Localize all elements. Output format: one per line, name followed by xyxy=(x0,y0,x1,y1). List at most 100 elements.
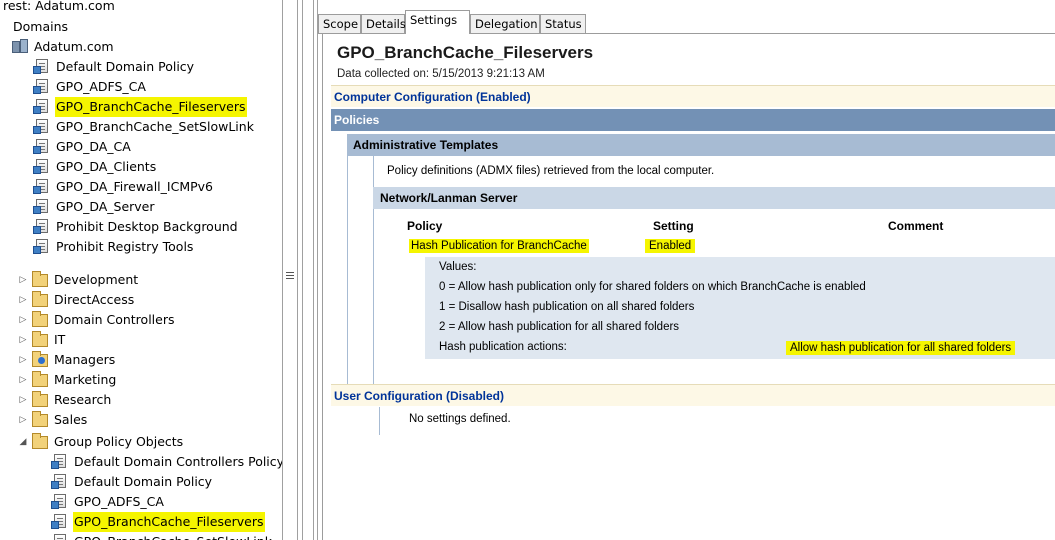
ou-icon-blue xyxy=(32,351,48,367)
tree-gpo-link[interactable]: GPO_DA_Clients xyxy=(33,157,157,177)
expand-arrow-icon[interactable]: ▷ xyxy=(18,390,28,410)
admin-templates-header[interactable]: Administrative Templates xyxy=(347,134,1055,156)
tree-gpo-link-label: Default Domain Policy xyxy=(56,59,195,74)
tree-gpo-link[interactable]: GPO_BranchCache_Fileservers xyxy=(33,97,247,117)
tree-ou-label: DirectAccess xyxy=(54,292,135,307)
tree-ou-node[interactable]: ▷ Marketing xyxy=(18,370,117,390)
tree-gpo-object[interactable]: GPO_ADFS_CA xyxy=(51,492,165,512)
splitter-grip-icon[interactable] xyxy=(286,272,294,280)
tree-domains-label: Domains xyxy=(13,19,69,34)
tree-gpo-link[interactable]: GPO_ADFS_CA xyxy=(33,77,147,97)
tree-gpo-link-label: GPO_DA_Server xyxy=(56,199,155,214)
tree-gpo-link-label: GPO_ADFS_CA xyxy=(56,79,146,94)
tree-gpo-link-label: Prohibit Registry Tools xyxy=(56,239,194,254)
tree-ou-node[interactable]: ▷ Research xyxy=(18,390,112,410)
tree-domain-node[interactable]: Adatum.com xyxy=(12,37,115,57)
ou-icon xyxy=(32,371,48,387)
ou-icon xyxy=(32,391,48,407)
tree-ou-node[interactable]: ▷ Managers xyxy=(18,350,116,370)
folder-icon xyxy=(32,433,48,449)
gpo-object-icon xyxy=(51,514,66,529)
tree-gpo-link[interactable]: GPO_DA_Server xyxy=(33,197,156,217)
tab-status[interactable]: Status xyxy=(540,14,586,33)
ou-icon xyxy=(32,331,48,347)
expand-arrow-icon[interactable]: ▷ xyxy=(18,350,28,370)
tree-gpo-object[interactable]: GPO_BranchCache_SetSlowLink xyxy=(52,532,273,540)
gpo-link-icon xyxy=(33,119,48,134)
gpo-link-icon xyxy=(33,179,48,194)
actions-label: Hash publication actions: xyxy=(439,341,567,353)
tree-gpo-object-label: Default Domain Controllers Policy xyxy=(74,454,282,469)
tree-ou-node[interactable]: ▷ IT xyxy=(18,330,66,350)
computer-config-header[interactable]: Computer Configuration (Enabled) xyxy=(331,85,1055,107)
tree-gpo-object[interactable]: Default Domain Controllers Policy xyxy=(51,452,282,472)
policies-header[interactable]: Policies xyxy=(331,109,1055,131)
tab-delegation[interactable]: Delegation xyxy=(470,14,540,33)
tree-gpo-link[interactable]: Prohibit Desktop Background xyxy=(33,217,239,237)
tree-gpo-link-label: GPO_DA_CA xyxy=(56,139,131,154)
values-label: Values: xyxy=(439,261,477,273)
tree-forest-label: rest: Adatum.com xyxy=(3,0,115,13)
tree-ou-node[interactable]: ▷ DirectAccess xyxy=(18,290,135,310)
tree-gpo-link[interactable]: GPO_DA_Firewall_ICMPv6 xyxy=(33,177,214,197)
admx-note: Policy definitions (ADMX files) retrieve… xyxy=(387,165,715,177)
ou-icon xyxy=(32,291,48,307)
network-lanman-header[interactable]: Network/Lanman Server xyxy=(373,187,1055,209)
console-tree[interactable]: rest: Adatum.com Domains Adatum.com Defa… xyxy=(0,0,282,540)
ou-icon xyxy=(32,271,48,287)
tree-gpo-object-label: Default Domain Policy xyxy=(74,474,213,489)
tree-gpo-link-label: GPO_DA_Firewall_ICMPv6 xyxy=(56,179,213,194)
tree-ou-node[interactable]: ▷ Development xyxy=(18,270,139,290)
tree-ou-node[interactable]: ▷ Sales xyxy=(18,410,88,430)
tree-gpo-link-label: Prohibit Desktop Background xyxy=(56,219,238,234)
tree-gpo-object-label: GPO_BranchCache_SetSlowLink xyxy=(73,532,273,540)
tab-scope[interactable]: Scope xyxy=(318,14,361,33)
user-config-header[interactable]: User Configuration (Disabled) xyxy=(331,384,1055,406)
tree-gpo-object[interactable]: GPO_BranchCache_Fileservers xyxy=(51,512,265,532)
gpo-link-icon xyxy=(33,99,48,114)
tree-ou-label: Research xyxy=(54,392,112,407)
expand-arrow-icon[interactable]: ▷ xyxy=(18,270,28,290)
collapse-arrow-icon[interactable]: ◢ xyxy=(18,432,28,452)
policy-setting: Enabled xyxy=(645,239,696,253)
ou-icon xyxy=(32,411,48,427)
tree-ou-label: Managers xyxy=(54,352,116,367)
tree-domain-label: Adatum.com xyxy=(34,39,114,54)
details-pane: Scope Details Settings Delegation Status… xyxy=(318,0,1055,540)
column-comment-header: Comment xyxy=(888,219,944,233)
tree-gpo-object[interactable]: Default Domain Policy xyxy=(51,472,213,492)
tree-gpo-link[interactable]: GPO_DA_CA xyxy=(33,137,132,157)
tree-gpo-link-label: GPO_BranchCache_Fileservers xyxy=(55,97,247,117)
splitter-line xyxy=(282,0,283,540)
expand-arrow-icon[interactable]: ▷ xyxy=(18,410,28,430)
expand-arrow-icon[interactable]: ▷ xyxy=(18,310,28,330)
value-option-1: 1 = Disallow hash publication on all sha… xyxy=(439,301,695,313)
expand-arrow-icon[interactable]: ▷ xyxy=(18,370,28,390)
gpo-object-icon xyxy=(54,534,66,540)
gpo-link-icon xyxy=(33,239,48,254)
ou-icon xyxy=(32,311,48,327)
gpo-object-icon xyxy=(51,454,66,469)
tree-ou-label: Marketing xyxy=(54,372,117,387)
tree-gpo-link[interactable]: Prohibit Registry Tools xyxy=(33,237,194,257)
expand-arrow-icon[interactable]: ▷ xyxy=(18,330,28,350)
settings-report[interactable]: GPO_BranchCache_Fileservers Data collect… xyxy=(322,34,1055,540)
tree-gpo-object-label: GPO_BranchCache_Fileservers xyxy=(73,512,265,532)
splitter-line xyxy=(313,0,314,540)
value-option-0: 0 = Allow hash publication only for shar… xyxy=(439,281,866,293)
actions-value: Allow hash publication for all shared fo… xyxy=(786,341,1016,355)
pane-splitter[interactable] xyxy=(282,0,318,540)
gpo-link-icon xyxy=(33,199,48,214)
tree-domains-node[interactable]: Domains xyxy=(12,17,69,37)
splitter-line xyxy=(302,0,303,540)
tree-forest-partial: rest: Adatum.com xyxy=(2,0,116,16)
tree-ou-node[interactable]: ▷ Domain Controllers xyxy=(18,310,175,330)
gpo-link-icon xyxy=(33,59,48,74)
tab-details[interactable]: Details xyxy=(361,14,406,33)
tree-gpo-link[interactable]: GPO_BranchCache_SetSlowLink xyxy=(33,117,255,137)
tree-gpo-folder-node[interactable]: ◢ Group Policy Objects xyxy=(18,432,184,452)
no-settings-text: No settings defined. xyxy=(409,413,511,425)
tree-gpo-link[interactable]: Default Domain Policy xyxy=(33,57,195,77)
tab-settings[interactable]: Settings xyxy=(405,10,470,34)
expand-arrow-icon[interactable]: ▷ xyxy=(18,290,28,310)
